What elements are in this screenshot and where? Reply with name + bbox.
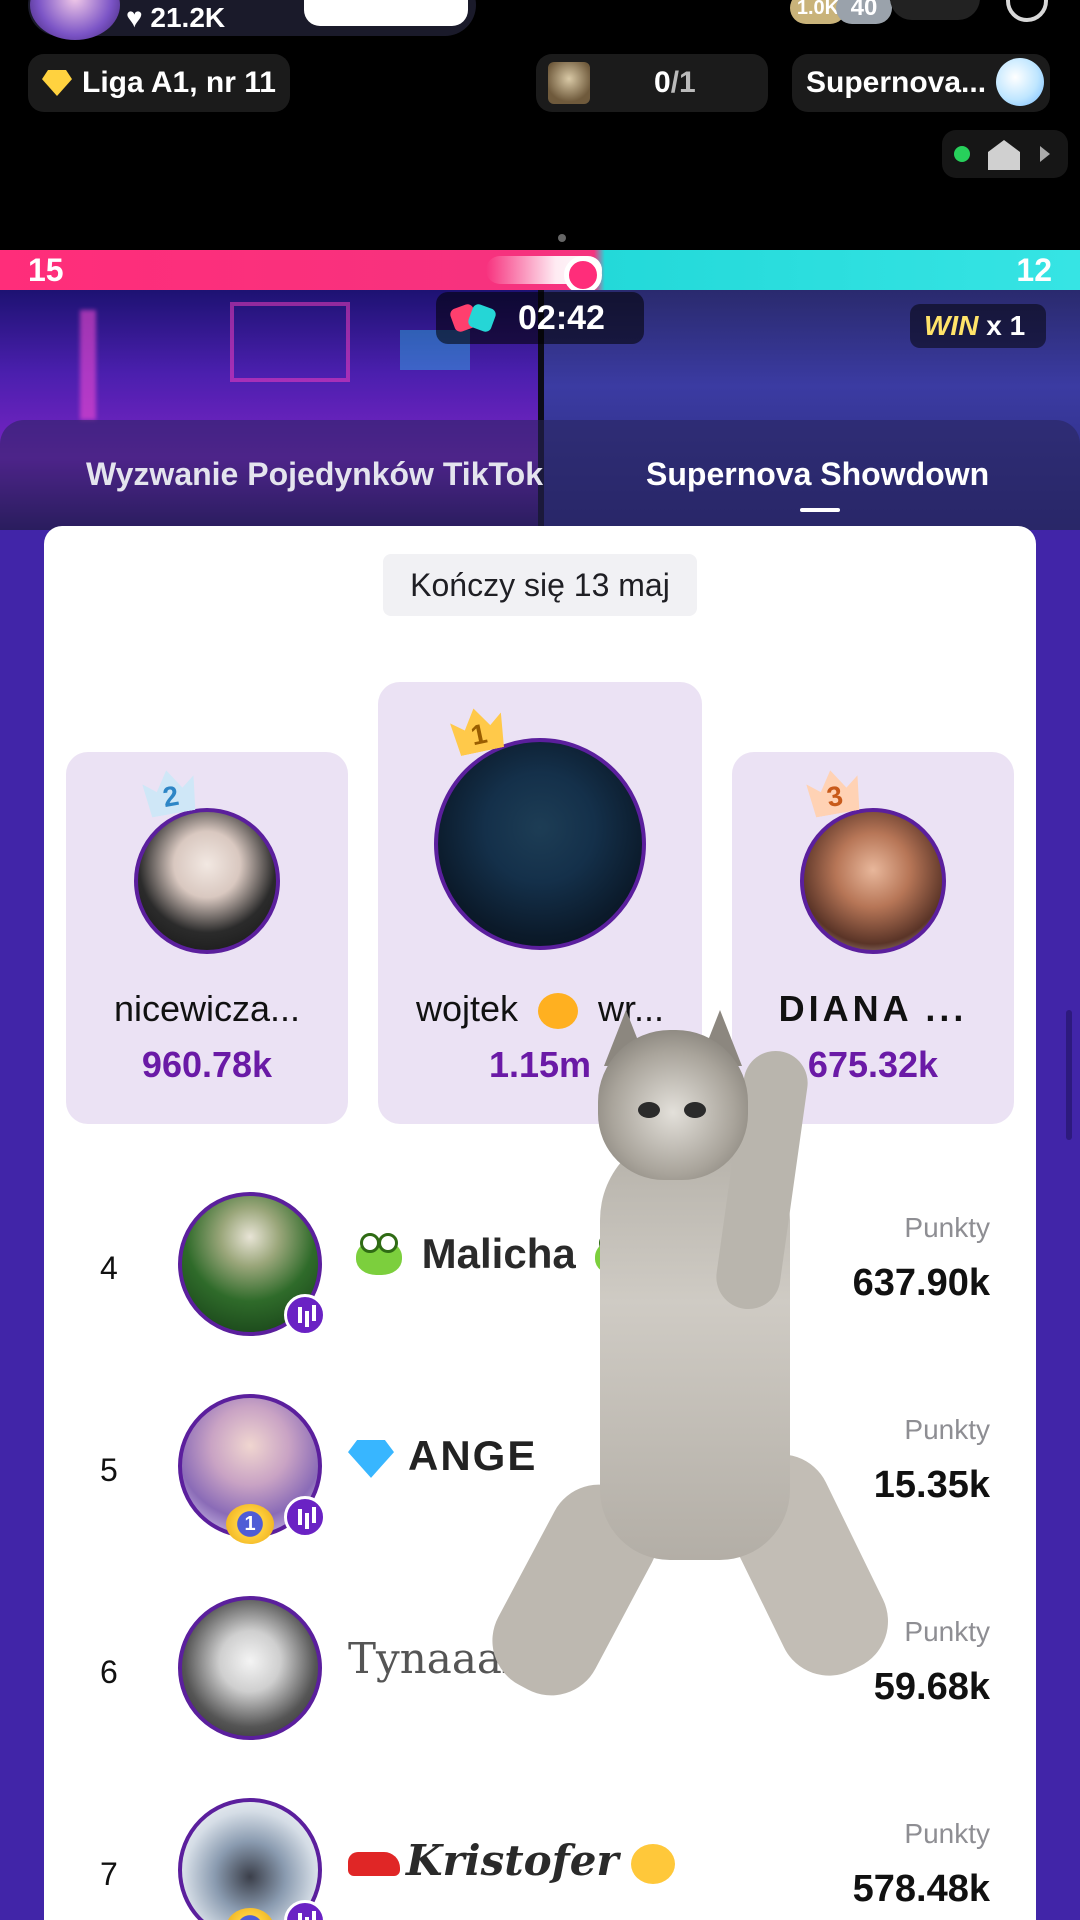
battle-gloves-icon bbox=[448, 302, 498, 334]
battle-score-bar: 15 12 bbox=[0, 250, 1080, 294]
neon-light bbox=[80, 310, 96, 420]
leaderboard-row[interactable]: 7 1 Kristofer Punkty 578.48k bbox=[44, 1782, 1036, 1920]
win-label: WIN bbox=[924, 310, 979, 341]
row-rank: 7 bbox=[100, 1856, 118, 1892]
tabs-strip: Wyzwanie Pojedynków TikTok Supernova Sho… bbox=[0, 420, 1080, 530]
avatar[interactable] bbox=[434, 738, 646, 950]
tab-tiktok-challenge[interactable]: Wyzwanie Pojedynków TikTok bbox=[86, 456, 543, 493]
quest-chip[interactable]: 0/1 bbox=[536, 54, 768, 112]
mascot-icon bbox=[996, 58, 1044, 106]
handle-dot bbox=[558, 234, 566, 242]
race-car-icon bbox=[348, 1851, 400, 1876]
right-score: 12 bbox=[1016, 252, 1052, 288]
row-points: 578.48k bbox=[852, 1868, 990, 1910]
points-label: Punkty bbox=[904, 1616, 990, 1647]
supernova-label: Supernova... bbox=[806, 66, 987, 99]
live-stats-icon bbox=[284, 1496, 326, 1538]
avatar[interactable] bbox=[178, 1596, 322, 1740]
follow-button[interactable]: 101 bbox=[304, 0, 468, 26]
active-tab-indicator bbox=[800, 508, 840, 512]
win-multiplier: x 1 bbox=[986, 310, 1026, 341]
level-badge: 1 bbox=[226, 1504, 274, 1544]
viewer-count-pill[interactable] bbox=[890, 0, 980, 20]
warrior-icon bbox=[548, 62, 590, 104]
podium-score: 960.78k bbox=[141, 1044, 273, 1085]
host-likes: ♥ 21.2K bbox=[126, 2, 226, 33]
chevron-right-icon[interactable] bbox=[1040, 146, 1050, 162]
row-rank: 5 bbox=[100, 1452, 118, 1488]
row-name-text: ANGE bbox=[408, 1432, 538, 1479]
row-rank: 6 bbox=[100, 1654, 118, 1690]
podium-name-suffix: ... bbox=[925, 988, 968, 1029]
ends-date: Kończy się 13 maj bbox=[383, 554, 697, 616]
live-dot-icon bbox=[954, 146, 970, 162]
timer-text: 02:42 bbox=[518, 299, 605, 337]
points-label: Punkty bbox=[904, 1212, 990, 1243]
cat-eye bbox=[638, 1102, 660, 1118]
cat-sticker bbox=[474, 1010, 905, 1713]
home-icon[interactable] bbox=[988, 140, 1020, 170]
cat-head bbox=[598, 1030, 748, 1180]
viewer-badge: 40 bbox=[836, 0, 892, 24]
left-score: 15 bbox=[28, 252, 64, 288]
supernova-chip[interactable]: Supernova... bbox=[792, 54, 1050, 112]
frog-icon bbox=[356, 1232, 402, 1275]
quest-total: /1 bbox=[670, 66, 696, 99]
neon-sign bbox=[230, 302, 350, 382]
row-name: ANGE bbox=[348, 1432, 537, 1480]
quest-progress: 0/1 bbox=[654, 54, 696, 112]
points-label: Punkty bbox=[904, 1414, 990, 1445]
league-chip[interactable]: Liga A1, nr 11 bbox=[28, 54, 290, 112]
avatar[interactable] bbox=[800, 808, 946, 954]
diamond-icon bbox=[42, 70, 72, 96]
podium-name-text: wojtek bbox=[415, 988, 518, 1029]
close-icon[interactable] bbox=[1006, 0, 1048, 22]
row-rank: 4 bbox=[100, 1250, 118, 1286]
mini-controls[interactable] bbox=[942, 130, 1068, 178]
tab-supernova-showdown[interactable]: Supernova Showdown bbox=[646, 456, 989, 493]
points-label: Punkty bbox=[904, 1818, 990, 1849]
diamond-icon bbox=[348, 1439, 394, 1478]
streak-icon bbox=[486, 256, 602, 294]
cat-eye bbox=[684, 1102, 706, 1118]
win-streak-badge: WIN x 1 bbox=[910, 304, 1046, 348]
scrollbar[interactable] bbox=[1066, 1010, 1072, 1140]
row-name: Kristofer bbox=[348, 1836, 675, 1885]
likes-count: 21.2K bbox=[150, 2, 226, 33]
row-name-text: Kristofer bbox=[406, 1836, 619, 1885]
podium-name: nicewicza... bbox=[113, 988, 301, 1029]
quest-done: 0 bbox=[654, 66, 671, 99]
smile-icon bbox=[630, 1843, 675, 1884]
top-bar: ♥ 21.2K 101 1.0K 40 Liga A1, nr 11 0/1 S… bbox=[0, 0, 1080, 250]
avatar[interactable] bbox=[134, 808, 280, 954]
league-label: Liga A1, nr 11 bbox=[82, 66, 276, 99]
live-stats-icon bbox=[284, 1294, 326, 1336]
battle-timer: 02:42 bbox=[436, 292, 644, 344]
